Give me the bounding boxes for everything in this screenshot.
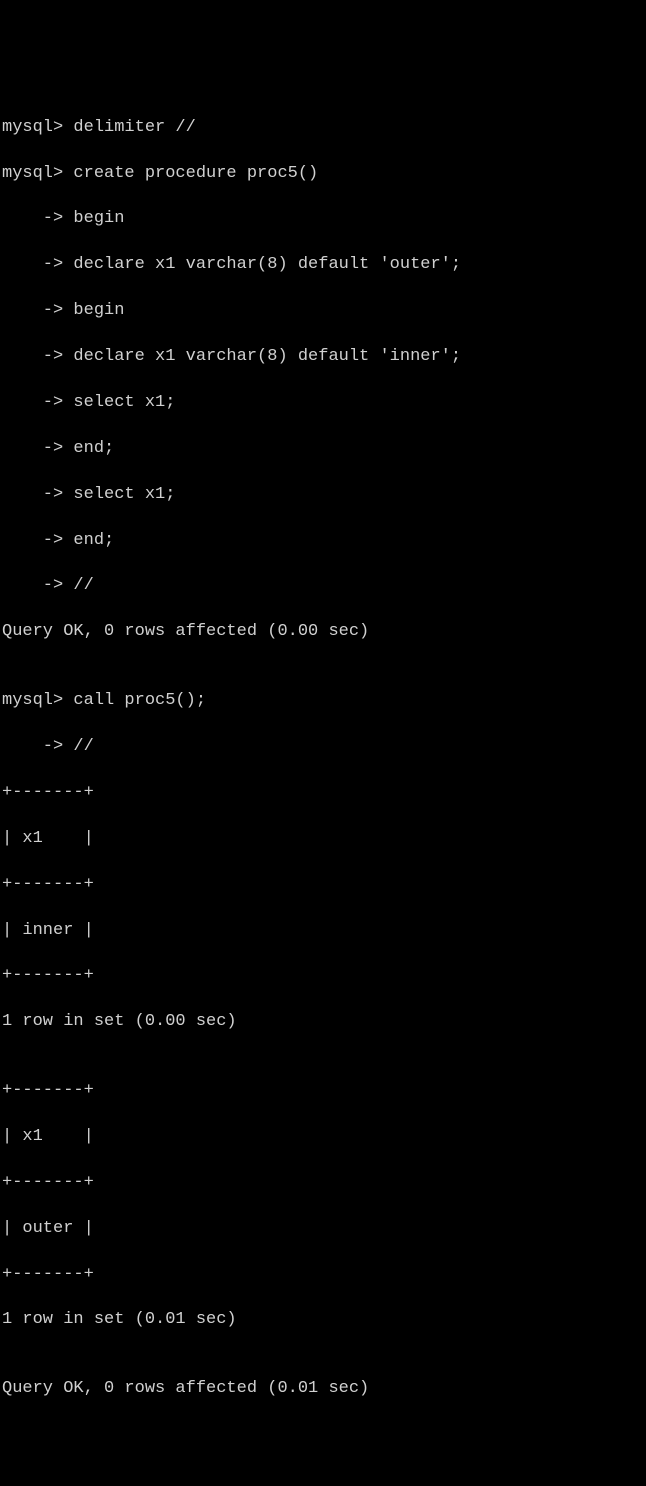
- terminal-line: mysql> create procedure proc5(): [2, 163, 644, 186]
- terminal-line: -> declare x1 varchar(8) default 'outer'…: [2, 254, 644, 277]
- terminal-line: -> select x1;: [2, 484, 644, 507]
- terminal-line: +-------+: [2, 782, 644, 805]
- terminal-line: -> end;: [2, 438, 644, 461]
- terminal-line: -> end;: [2, 530, 644, 553]
- terminal-line: +-------+: [2, 1080, 644, 1103]
- terminal-line: Query OK, 0 rows affected (0.00 sec): [2, 621, 644, 644]
- terminal-line: -> //: [2, 575, 644, 598]
- terminal-line: mysql> call proc5();: [2, 690, 644, 713]
- terminal-line: Query OK, 0 rows affected (0.01 sec): [2, 1378, 644, 1401]
- terminal-line: | x1 |: [2, 1126, 644, 1149]
- terminal-line: | x1 |: [2, 828, 644, 851]
- terminal-line: -> begin: [2, 208, 644, 231]
- terminal-line: -> //: [2, 736, 644, 759]
- terminal-line: +-------+: [2, 1172, 644, 1195]
- terminal-line: -> begin: [2, 300, 644, 323]
- terminal-line: +-------+: [2, 1264, 644, 1287]
- terminal-line: +-------+: [2, 874, 644, 897]
- terminal-line: | outer |: [2, 1218, 644, 1241]
- terminal-line: 1 row in set (0.00 sec): [2, 1011, 644, 1034]
- terminal-line: -> declare x1 varchar(8) default 'inner'…: [2, 346, 644, 369]
- terminal-line: mysql> delimiter //: [2, 117, 644, 140]
- terminal-line: 1 row in set (0.01 sec): [2, 1309, 644, 1332]
- terminal-line: +-------+: [2, 965, 644, 988]
- terminal-output: mysql> delimiter // mysql> create proced…: [2, 94, 644, 1424]
- terminal-line: | inner |: [2, 920, 644, 943]
- terminal-line: -> select x1;: [2, 392, 644, 415]
